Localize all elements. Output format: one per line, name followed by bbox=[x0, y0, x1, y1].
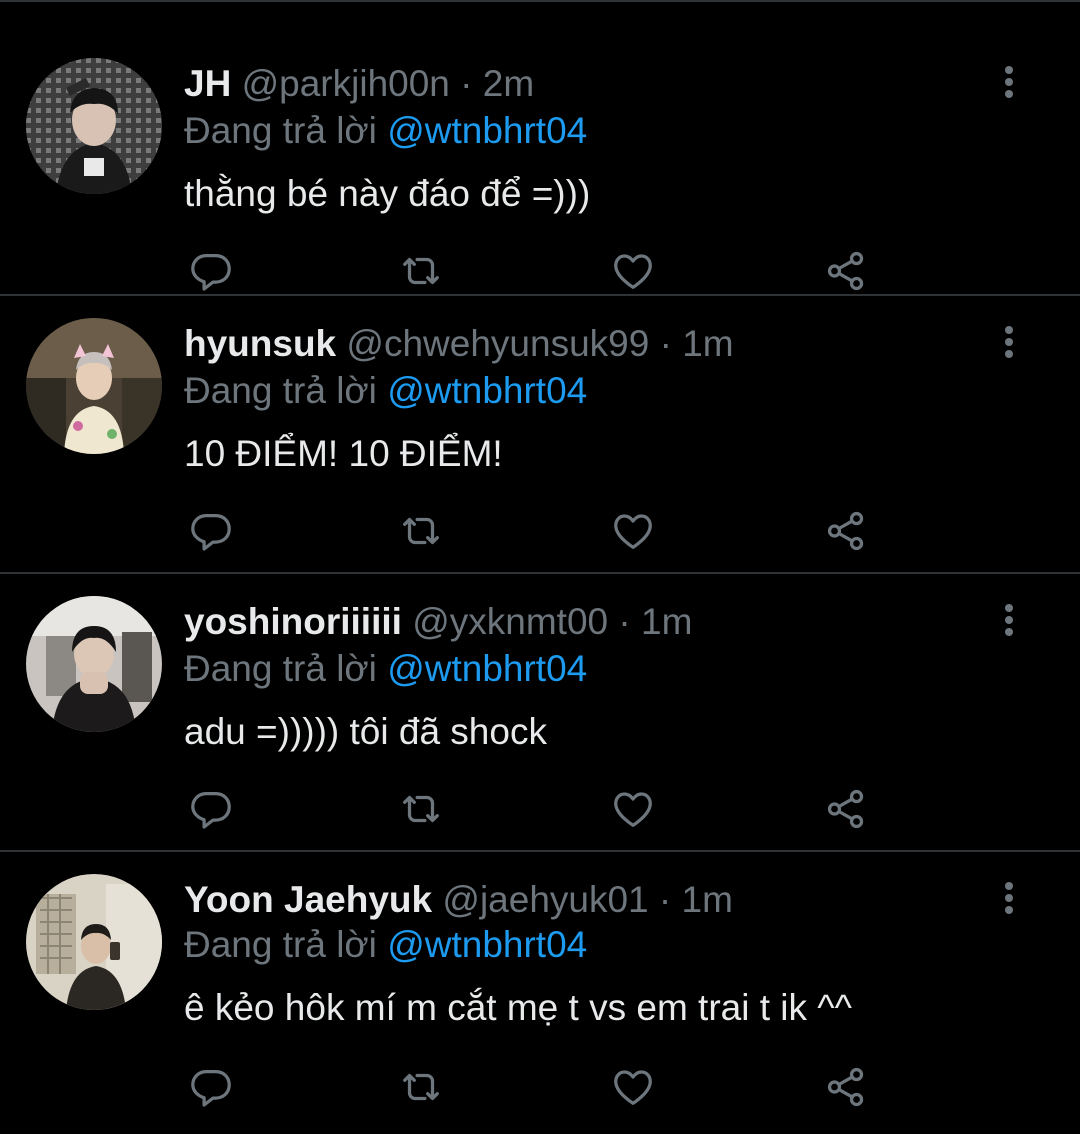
reply-button[interactable] bbox=[186, 246, 236, 296]
top-divider bbox=[0, 0, 1080, 2]
more-vertical-icon[interactable] bbox=[992, 324, 1026, 364]
tweet-text: thằng bé này đáo để =))) bbox=[184, 173, 591, 214]
replying-to-label: Đang trả lời bbox=[184, 110, 377, 151]
tweet-header: hyunsuk @chwehyunsuk99 · 1m bbox=[184, 322, 734, 366]
like-button[interactable] bbox=[608, 784, 658, 834]
timestamp[interactable]: 2m bbox=[483, 63, 534, 104]
replying-to: Đang trả lời @wtnbhrt04 bbox=[184, 109, 587, 153]
retweet-button[interactable] bbox=[396, 784, 446, 834]
share-icon bbox=[827, 1067, 864, 1107]
reply-icon bbox=[191, 792, 231, 829]
tweet-actions bbox=[184, 784, 884, 834]
share-button[interactable] bbox=[821, 784, 871, 834]
retweet-icon bbox=[403, 1073, 439, 1101]
retweet-button[interactable] bbox=[396, 246, 446, 296]
replying-to-label: Đang trả lời bbox=[184, 924, 377, 965]
tweet-reply[interactable]: hyunsuk @chwehyunsuk99 · 1m Đang trả lời… bbox=[0, 298, 1080, 574]
replying-to-link[interactable]: @wtnbhrt04 bbox=[387, 924, 587, 965]
more-vertical-icon[interactable] bbox=[992, 64, 1026, 104]
more-vertical-icon[interactable] bbox=[992, 880, 1026, 920]
retweet-icon bbox=[403, 795, 439, 823]
user-handle[interactable]: @chwehyunsuk99 bbox=[346, 323, 649, 364]
replying-to: Đang trả lời @wtnbhrt04 bbox=[184, 647, 587, 691]
avatar[interactable] bbox=[26, 596, 162, 732]
timestamp[interactable]: 1m bbox=[641, 601, 692, 642]
tweet-header: Yoon Jaehyuk @jaehyuk01 · 1m bbox=[184, 878, 733, 922]
like-icon bbox=[614, 254, 652, 289]
avatar-photo-icon bbox=[26, 58, 162, 194]
tweet-actions bbox=[184, 506, 884, 556]
replying-to: Đang trả lời @wtnbhrt04 bbox=[184, 923, 587, 967]
share-button[interactable] bbox=[821, 246, 871, 296]
reply-button[interactable] bbox=[186, 506, 236, 556]
separator: · bbox=[460, 63, 473, 104]
reply-icon bbox=[191, 1070, 231, 1107]
reply-button[interactable] bbox=[186, 1062, 236, 1112]
like-button[interactable] bbox=[608, 1062, 658, 1112]
display-name[interactable]: hyunsuk bbox=[184, 323, 336, 364]
share-icon bbox=[827, 789, 864, 829]
tweet-text: 10 ĐIỂM! 10 ĐIỂM! bbox=[184, 433, 503, 474]
share-icon bbox=[827, 251, 864, 291]
retweet-icon bbox=[403, 517, 439, 545]
tweet-text: adu =))))) tôi đã shock bbox=[184, 711, 547, 752]
replying-to: Đang trả lời @wtnbhrt04 bbox=[184, 369, 587, 413]
share-icon bbox=[827, 511, 864, 551]
avatar[interactable] bbox=[26, 58, 162, 194]
like-button[interactable] bbox=[608, 246, 658, 296]
separator: · bbox=[659, 323, 672, 364]
retweet-button[interactable] bbox=[396, 1062, 446, 1112]
avatar-photo-icon bbox=[26, 318, 162, 454]
tweet-reply[interactable]: Yoon Jaehyuk @jaehyuk01 · 1m Đang trả lờ… bbox=[0, 854, 1080, 1134]
user-handle[interactable]: @jaehyuk01 bbox=[442, 879, 648, 920]
tweet-actions bbox=[184, 1062, 884, 1112]
share-button[interactable] bbox=[821, 1062, 871, 1112]
timestamp[interactable]: 1m bbox=[682, 879, 733, 920]
retweet-button[interactable] bbox=[396, 506, 446, 556]
replying-to-link[interactable]: @wtnbhrt04 bbox=[387, 110, 587, 151]
reply-icon bbox=[191, 254, 231, 291]
like-icon bbox=[614, 792, 652, 827]
retweet-icon bbox=[403, 257, 439, 285]
tweet-actions bbox=[184, 246, 884, 296]
reply-icon bbox=[191, 514, 231, 551]
replying-to-label: Đang trả lời bbox=[184, 648, 377, 689]
tweet-reply[interactable]: JH @parkjih00n · 2m Đang trả lời @wtnbhr… bbox=[0, 20, 1080, 296]
share-button[interactable] bbox=[821, 506, 871, 556]
like-icon bbox=[614, 514, 652, 549]
avatar[interactable] bbox=[26, 318, 162, 454]
more-vertical-icon[interactable] bbox=[992, 602, 1026, 642]
separator: · bbox=[658, 879, 672, 920]
like-icon bbox=[614, 1070, 652, 1105]
timestamp[interactable]: 1m bbox=[682, 323, 733, 364]
replying-to-link[interactable]: @wtnbhrt04 bbox=[387, 648, 587, 689]
user-handle[interactable]: @yxknmt00 bbox=[412, 601, 608, 642]
tweet-header: JH @parkjih00n · 2m bbox=[184, 62, 534, 106]
like-button[interactable] bbox=[608, 506, 658, 556]
tweet-header: yoshinoriiiiii @yxknmt00 · 1m bbox=[184, 600, 692, 644]
replying-to-link[interactable]: @wtnbhrt04 bbox=[387, 370, 587, 411]
separator: · bbox=[618, 601, 631, 642]
avatar[interactable] bbox=[26, 874, 162, 1010]
tweet-reply[interactable]: yoshinoriiiiii @yxknmt00 · 1m Đang trả l… bbox=[0, 576, 1080, 852]
display-name[interactable]: Yoon Jaehyuk bbox=[184, 879, 432, 920]
avatar-photo-icon bbox=[26, 874, 162, 1010]
avatar-photo-icon bbox=[26, 596, 162, 732]
user-handle[interactable]: @parkjih00n bbox=[242, 63, 450, 104]
reply-button[interactable] bbox=[186, 784, 236, 834]
tweet-text: ê kẻo hôk mí m cắt mẹ t vs em trai t ik … bbox=[184, 987, 853, 1028]
replying-to-label: Đang trả lời bbox=[184, 370, 377, 411]
display-name[interactable]: JH bbox=[184, 63, 231, 104]
display-name[interactable]: yoshinoriiiiii bbox=[184, 601, 402, 642]
